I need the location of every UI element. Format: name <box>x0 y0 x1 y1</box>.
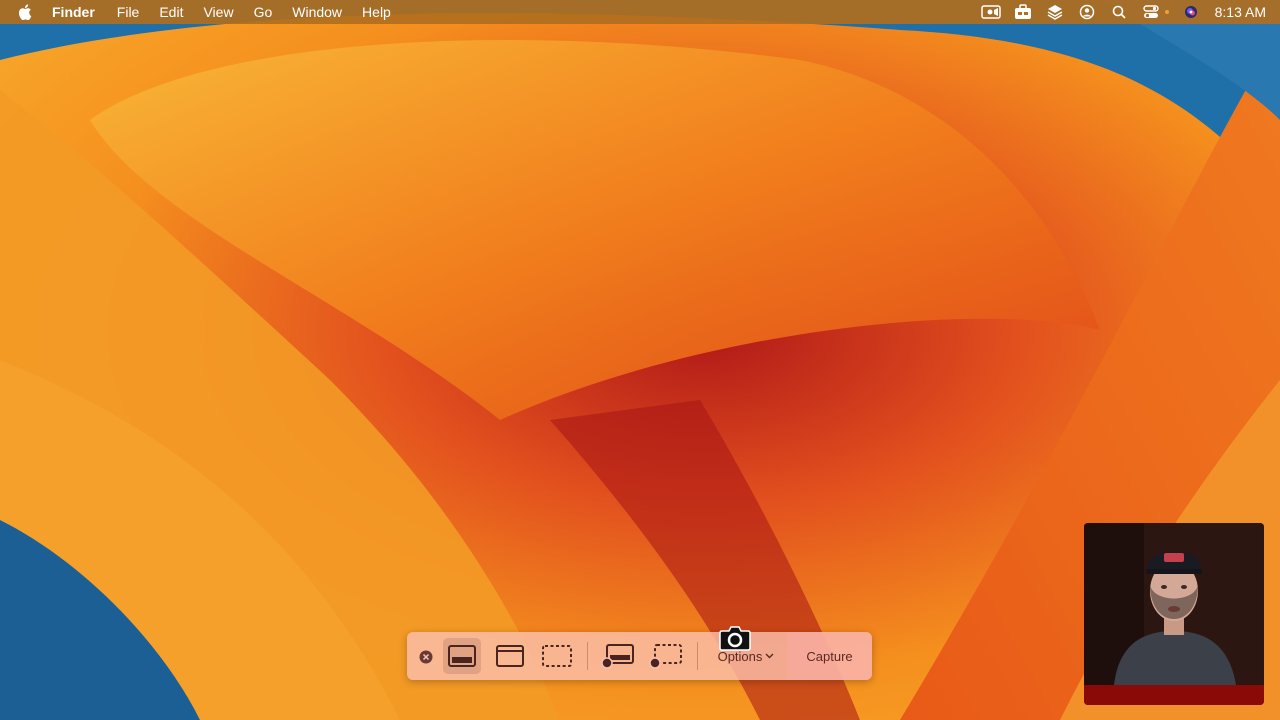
screenshot-toolbar: Options Capture <box>407 632 872 680</box>
apple-menu-icon[interactable] <box>18 4 34 20</box>
capture-window-icon[interactable] <box>491 638 529 674</box>
close-icon[interactable] <box>417 648 435 666</box>
menu-window[interactable]: Window <box>292 0 342 24</box>
capture-label: Capture <box>806 648 853 664</box>
menu-view[interactable]: View <box>203 0 233 24</box>
menu-edit[interactable]: Edit <box>159 0 183 24</box>
siri-icon[interactable] <box>1181 4 1201 20</box>
user-circle-icon[interactable] <box>1077 4 1097 20</box>
toolbar-divider <box>587 642 588 670</box>
menu-file[interactable]: File <box>117 0 140 24</box>
capture-entire-screen-icon[interactable] <box>443 638 481 674</box>
toolbar-divider <box>697 642 698 670</box>
presenter-video <box>1084 523 1264 685</box>
chevron-down-icon <box>765 653 774 659</box>
capture-portion-icon[interactable] <box>537 638 577 674</box>
search-icon[interactable] <box>1109 4 1129 20</box>
menubar-clock[interactable]: 8:13 AM <box>1215 4 1266 20</box>
toolbox-icon[interactable] <box>1013 4 1033 20</box>
capture-button[interactable]: Capture <box>787 632 872 680</box>
menu-app-finder[interactable]: Finder <box>52 0 95 24</box>
camera-cursor-icon <box>719 624 751 652</box>
menu-bar: Finder File Edit View Go Window Help 8:1… <box>0 0 1280 24</box>
layers-icon[interactable] <box>1045 4 1065 20</box>
recording-indicator-dot <box>1164 10 1169 14</box>
control-center-icon[interactable] <box>1141 4 1161 20</box>
webcam-overlay <box>1084 523 1264 705</box>
record-entire-screen-icon[interactable] <box>597 638 639 674</box>
screen-record-icon[interactable] <box>980 4 1001 20</box>
menu-go[interactable]: Go <box>254 0 273 24</box>
webcam-caption-bar <box>1084 685 1264 705</box>
record-portion-icon[interactable] <box>645 638 687 674</box>
menu-help[interactable]: Help <box>362 0 391 24</box>
